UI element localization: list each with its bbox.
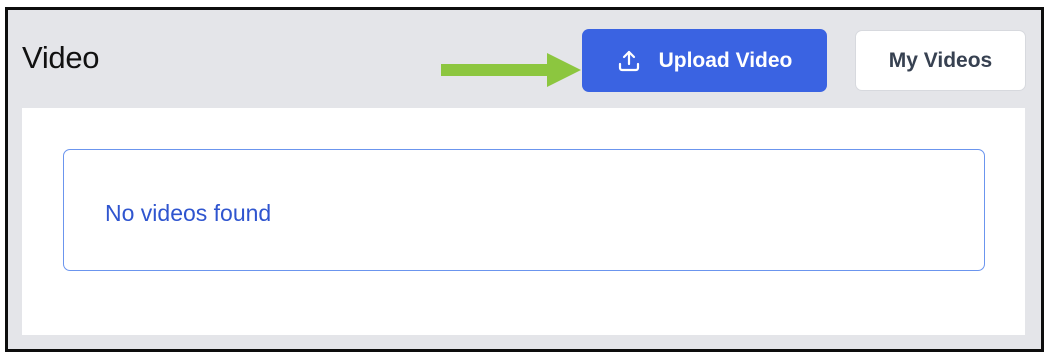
my-videos-button[interactable]: My Videos [855, 30, 1026, 91]
empty-state-message: No videos found [105, 200, 272, 226]
video-page: Video Upload Video My Videos No videos f… [5, 7, 1044, 352]
arrow-right-icon [441, 53, 581, 87]
content-panel: No videos found [22, 108, 1025, 335]
upload-video-button[interactable]: Upload Video [582, 29, 827, 92]
page-title: Video [22, 40, 100, 75]
upload-video-label: Upload Video [658, 48, 793, 72]
empty-state-alert: No videos found [63, 149, 985, 271]
upload-icon [617, 49, 641, 73]
